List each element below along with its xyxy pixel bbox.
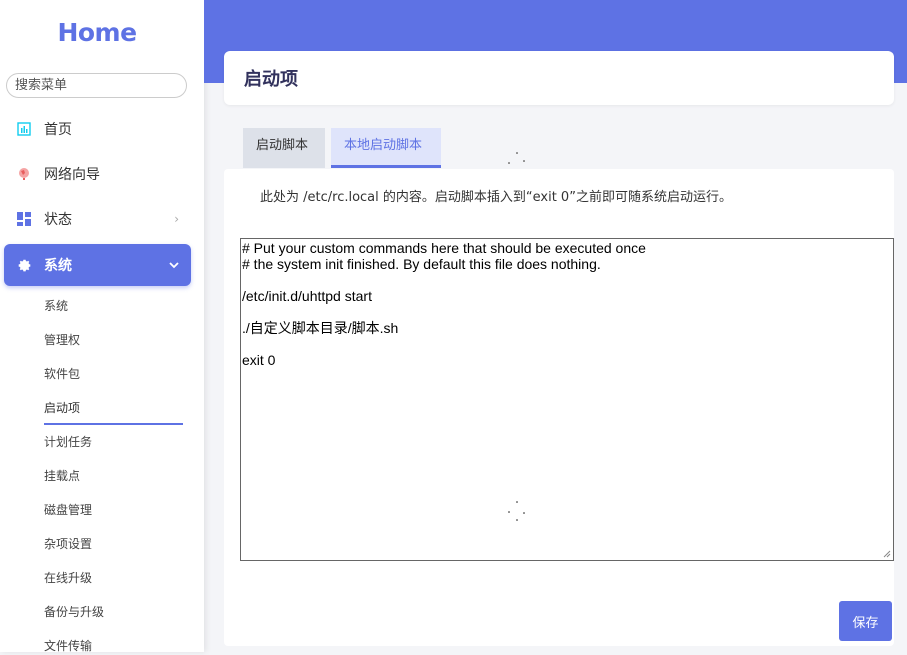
sidebar: Home 首页 网络向导 状态 › 系统 系统 管理权 软件包 启动项 计划任务 — [0, 0, 204, 655]
chevron-down-icon — [169, 258, 179, 272]
menu-item-label: 首页 — [44, 122, 72, 138]
loading-spinner — [507, 151, 527, 171]
save-button[interactable]: 保存 — [839, 601, 892, 641]
chevron-right-icon: › — [174, 212, 179, 226]
submenu-item-startup[interactable]: 启动项 — [44, 399, 80, 417]
globe-icon — [16, 166, 32, 182]
menu-item-label: 网络向导 — [44, 167, 100, 183]
submenu-item-admin[interactable]: 管理权 — [44, 331, 80, 349]
submenu-item-software[interactable]: 软件包 — [44, 365, 80, 383]
menu-item-label: 状态 — [44, 212, 72, 228]
menu-item-label: 系统 — [44, 258, 72, 274]
loading-spinner — [507, 500, 527, 521]
submenu-item-online-upgrade[interactable]: 在线升级 — [44, 569, 92, 587]
resize-handle-icon[interactable] — [883, 550, 891, 558]
description-text: 此处为 /etc/rc.local 的内容。启动脚本插入到“exit 0”之前即… — [260, 190, 732, 205]
page-title-card: 启动项 — [224, 51, 894, 105]
active-submenu-indicator — [44, 423, 183, 425]
menu-item-status[interactable]: 状态 › — [4, 198, 191, 240]
dashboard-icon — [16, 121, 32, 137]
menu-item-network-wizard[interactable]: 网络向导 — [4, 153, 191, 195]
tab-local-startup-script[interactable]: 本地启动脚本 — [331, 128, 441, 168]
menu-item-home[interactable]: 首页 — [4, 108, 191, 150]
submenu-item-scheduled-tasks[interactable]: 计划任务 — [44, 433, 92, 451]
submenu-item-backup-upgrade[interactable]: 备份与升级 — [44, 603, 104, 621]
search-input[interactable] — [15, 74, 178, 97]
submenu-item-misc-settings[interactable]: 杂项设置 — [44, 535, 92, 553]
script-textarea[interactable]: # Put your custom commands here that sho… — [241, 239, 893, 560]
search-menu[interactable] — [6, 73, 187, 98]
submenu-item-system[interactable]: 系统 — [44, 297, 68, 315]
script-editor[interactable]: # Put your custom commands here that sho… — [240, 238, 894, 561]
grid-icon — [16, 211, 32, 227]
menu-item-system[interactable]: 系统 — [4, 244, 191, 286]
gear-icon — [16, 257, 32, 273]
logo[interactable]: Home — [0, 18, 194, 47]
page-title: 启动项 — [244, 69, 298, 90]
tab-startup-scripts[interactable]: 启动脚本 — [243, 128, 325, 168]
submenu-item-file-transfer[interactable]: 文件传输 — [44, 637, 92, 655]
submenu-item-mount-points[interactable]: 挂载点 — [44, 467, 80, 485]
submenu-item-disk-management[interactable]: 磁盘管理 — [44, 501, 92, 519]
